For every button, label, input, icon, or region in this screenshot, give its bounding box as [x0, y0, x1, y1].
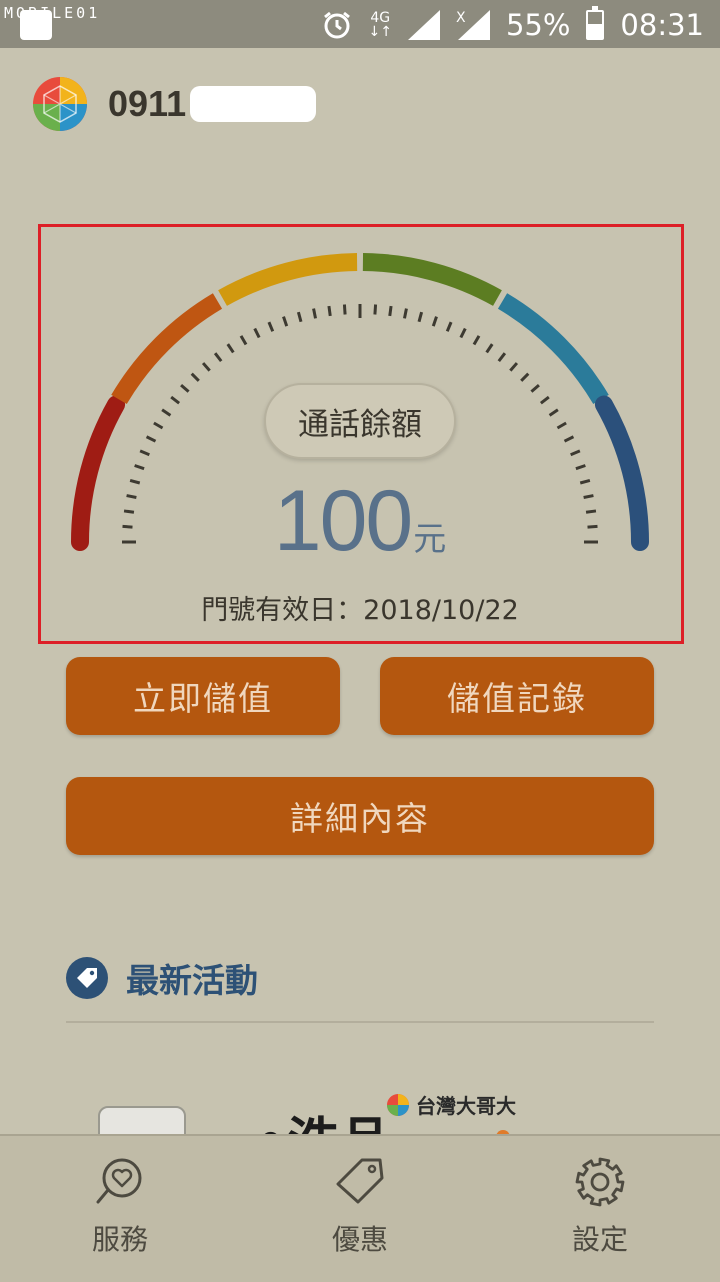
validity-date: 門號有效日：2018/10/22 — [201, 595, 519, 626]
gear-icon — [575, 1157, 625, 1207]
amount-value: 100 — [273, 473, 413, 569]
amount-unit: 元 — [413, 519, 447, 558]
nav-offers[interactable]: 優惠 — [290, 1156, 430, 1258]
divider — [66, 1021, 654, 1023]
banner-artwork: •浩品 — [254, 1100, 391, 1136]
bottom-navigation: 服務 優惠 設定 — [0, 1134, 720, 1282]
topup-button[interactable]: 立即儲值 — [66, 657, 340, 735]
banner-brand: 台灣大哥大 — [386, 1090, 516, 1119]
promotions-header: 最新活動 — [66, 954, 258, 1002]
nav-service[interactable]: 服務 — [50, 1156, 190, 1258]
nav-settings[interactable]: 設定 — [530, 1156, 670, 1258]
tag-outline-icon — [336, 1158, 384, 1204]
phone-image — [98, 1106, 186, 1136]
topup-history-button[interactable]: 儲值記錄 — [380, 657, 654, 735]
nav-offers-label: 優惠 — [331, 1223, 388, 1256]
nav-settings-label: 設定 — [571, 1223, 628, 1256]
tag-icon — [66, 957, 108, 999]
nav-service-label: 服務 — [91, 1223, 148, 1256]
banner-brand-text: 台灣大哥大 — [416, 1094, 516, 1118]
promo-banner[interactable]: •浩品 台灣大哥大 — [0, 1060, 720, 1136]
taiwan-mobile-logo-small — [387, 1093, 409, 1116]
heart-chat-icon — [96, 1158, 142, 1204]
balance-label: 通話餘額 — [264, 383, 456, 459]
balance-amount: 100元 — [0, 472, 720, 571]
details-button[interactable]: 詳細內容 — [66, 777, 654, 855]
promotions-title: 最新活動 — [126, 961, 258, 1000]
